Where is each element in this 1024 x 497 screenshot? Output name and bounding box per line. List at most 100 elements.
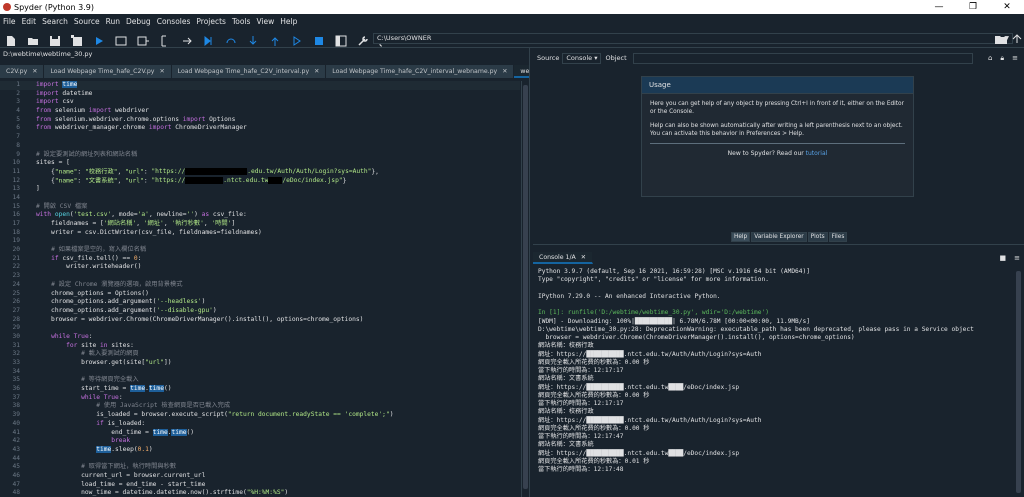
gutter[interactable] <box>22 429 36 438</box>
gutter[interactable] <box>22 142 36 151</box>
gutter[interactable] <box>22 237 36 246</box>
browse-folder-icon[interactable] <box>994 31 1008 45</box>
console-scrollbar[interactable] <box>1015 268 1023 497</box>
gutter[interactable] <box>22 376 36 385</box>
gutter[interactable] <box>22 263 36 272</box>
gutter[interactable] <box>22 455 36 464</box>
gutter[interactable] <box>22 411 36 420</box>
gutter[interactable] <box>22 272 36 281</box>
gutter[interactable] <box>22 446 36 455</box>
gutter[interactable] <box>22 194 36 203</box>
step-icon[interactable] <box>225 32 237 44</box>
gutter[interactable] <box>22 437 36 446</box>
gutter[interactable] <box>22 333 36 342</box>
console-tab[interactable]: Console 1/A ✕ <box>533 251 593 264</box>
home-icon[interactable]: ⌂ <box>988 54 992 63</box>
working-directory-input[interactable]: C:\Users\OWNER ▼ <box>373 33 1013 44</box>
run-cell-advance-icon[interactable] <box>137 32 149 46</box>
menu-projects[interactable]: Projects <box>196 17 226 26</box>
parent-dir-icon[interactable] <box>1010 31 1024 45</box>
editor-tab[interactable]: Load Webpage Time_hafe_C2V_interval_webn… <box>326 65 515 78</box>
gutter[interactable] <box>22 81 36 90</box>
run-to-line-icon[interactable] <box>181 32 193 45</box>
options-menu-icon[interactable]: ≡ <box>1012 54 1018 63</box>
stop-icon[interactable]: ■ <box>1000 254 1007 262</box>
save-icon[interactable] <box>49 32 61 46</box>
gutter[interactable] <box>22 229 36 238</box>
close-icon[interactable]: ✕ <box>581 254 586 261</box>
gutter[interactable] <box>22 177 36 186</box>
gutter[interactable] <box>22 316 36 325</box>
run-icon[interactable] <box>93 32 105 45</box>
menu-source[interactable]: Source <box>74 17 100 26</box>
gutter[interactable] <box>22 246 36 255</box>
gutter[interactable] <box>22 481 36 490</box>
gutter[interactable] <box>22 203 36 212</box>
gutter[interactable] <box>22 168 36 177</box>
menu-search[interactable]: Search <box>42 17 68 26</box>
gutter[interactable] <box>22 420 36 429</box>
gutter[interactable] <box>22 298 36 307</box>
maximize-button[interactable]: ❐ <box>956 0 990 14</box>
gutter[interactable] <box>22 342 36 351</box>
scrollbar-thumb[interactable] <box>1016 271 1021 493</box>
save-all-icon[interactable] <box>71 32 83 46</box>
continue-icon[interactable] <box>291 32 303 46</box>
minimize-button[interactable]: — <box>922 0 956 14</box>
gutter[interactable] <box>22 211 36 220</box>
preferences-icon[interactable] <box>357 32 369 46</box>
menu-view[interactable]: View <box>256 17 274 26</box>
gutter[interactable] <box>22 220 36 229</box>
gutter[interactable] <box>22 489 36 497</box>
open-file-icon[interactable] <box>27 32 39 45</box>
tab-files[interactable]: Files <box>828 232 848 242</box>
source-select[interactable]: Console ▾ <box>562 52 602 64</box>
close-icon[interactable]: ✕ <box>32 68 37 75</box>
lock-icon[interactable]: 🔒︎ <box>1000 54 1004 63</box>
menu-edit[interactable]: Edit <box>22 17 37 26</box>
gutter[interactable] <box>22 116 36 125</box>
gutter[interactable] <box>22 151 36 160</box>
gutter[interactable] <box>22 350 36 359</box>
gutter[interactable] <box>22 472 36 481</box>
tab-help[interactable]: Help <box>731 232 751 242</box>
gutter[interactable] <box>22 394 36 403</box>
maximize-pane-icon[interactable] <box>335 32 347 47</box>
step-into-icon[interactable] <box>247 32 259 45</box>
gutter[interactable] <box>22 90 36 99</box>
gutter[interactable] <box>22 185 36 194</box>
stop-debug-icon[interactable] <box>313 32 325 45</box>
menu-debug[interactable]: Debug <box>126 17 151 26</box>
close-button[interactable]: ✕ <box>990 0 1024 14</box>
options-icon[interactable]: ≡ <box>1014 254 1020 262</box>
gutter[interactable] <box>22 368 36 377</box>
run-selection-icon[interactable] <box>159 32 171 47</box>
close-icon[interactable]: ✕ <box>159 68 164 75</box>
gutter[interactable] <box>22 324 36 333</box>
gutter[interactable] <box>22 255 36 264</box>
close-icon[interactable]: ✕ <box>502 68 507 75</box>
gutter[interactable] <box>22 402 36 411</box>
gutter[interactable] <box>22 281 36 290</box>
gutter[interactable] <box>22 107 36 116</box>
menu-run[interactable]: Run <box>106 17 120 26</box>
tab-variable-explorer[interactable]: Variable Explorer <box>751 232 807 242</box>
menu-tools[interactable]: Tools <box>232 17 250 26</box>
gutter[interactable] <box>22 98 36 107</box>
gutter[interactable] <box>22 133 36 142</box>
tab-plots[interactable]: Plots <box>807 232 828 242</box>
run-cell-icon[interactable] <box>115 32 127 46</box>
gutter[interactable] <box>22 385 36 394</box>
object-input[interactable] <box>632 52 973 64</box>
close-icon[interactable]: ✕ <box>314 68 319 75</box>
editor-tab[interactable]: Load Webpage Time_hafe_C2V_interval.py ✕ <box>171 65 327 78</box>
gutter[interactable] <box>22 359 36 368</box>
new-file-icon[interactable] <box>5 32 17 46</box>
menu-help[interactable]: Help <box>280 17 297 26</box>
menu-consoles[interactable]: Consoles <box>157 17 191 26</box>
console-output[interactable]: Python 3.9.7 (default, Sep 16 2021, 16:5… <box>538 268 1014 497</box>
step-return-icon[interactable] <box>269 32 281 46</box>
debug-icon[interactable] <box>203 32 215 47</box>
gutter[interactable] <box>22 307 36 316</box>
tutorial-link[interactable]: tutorial <box>806 150 828 157</box>
